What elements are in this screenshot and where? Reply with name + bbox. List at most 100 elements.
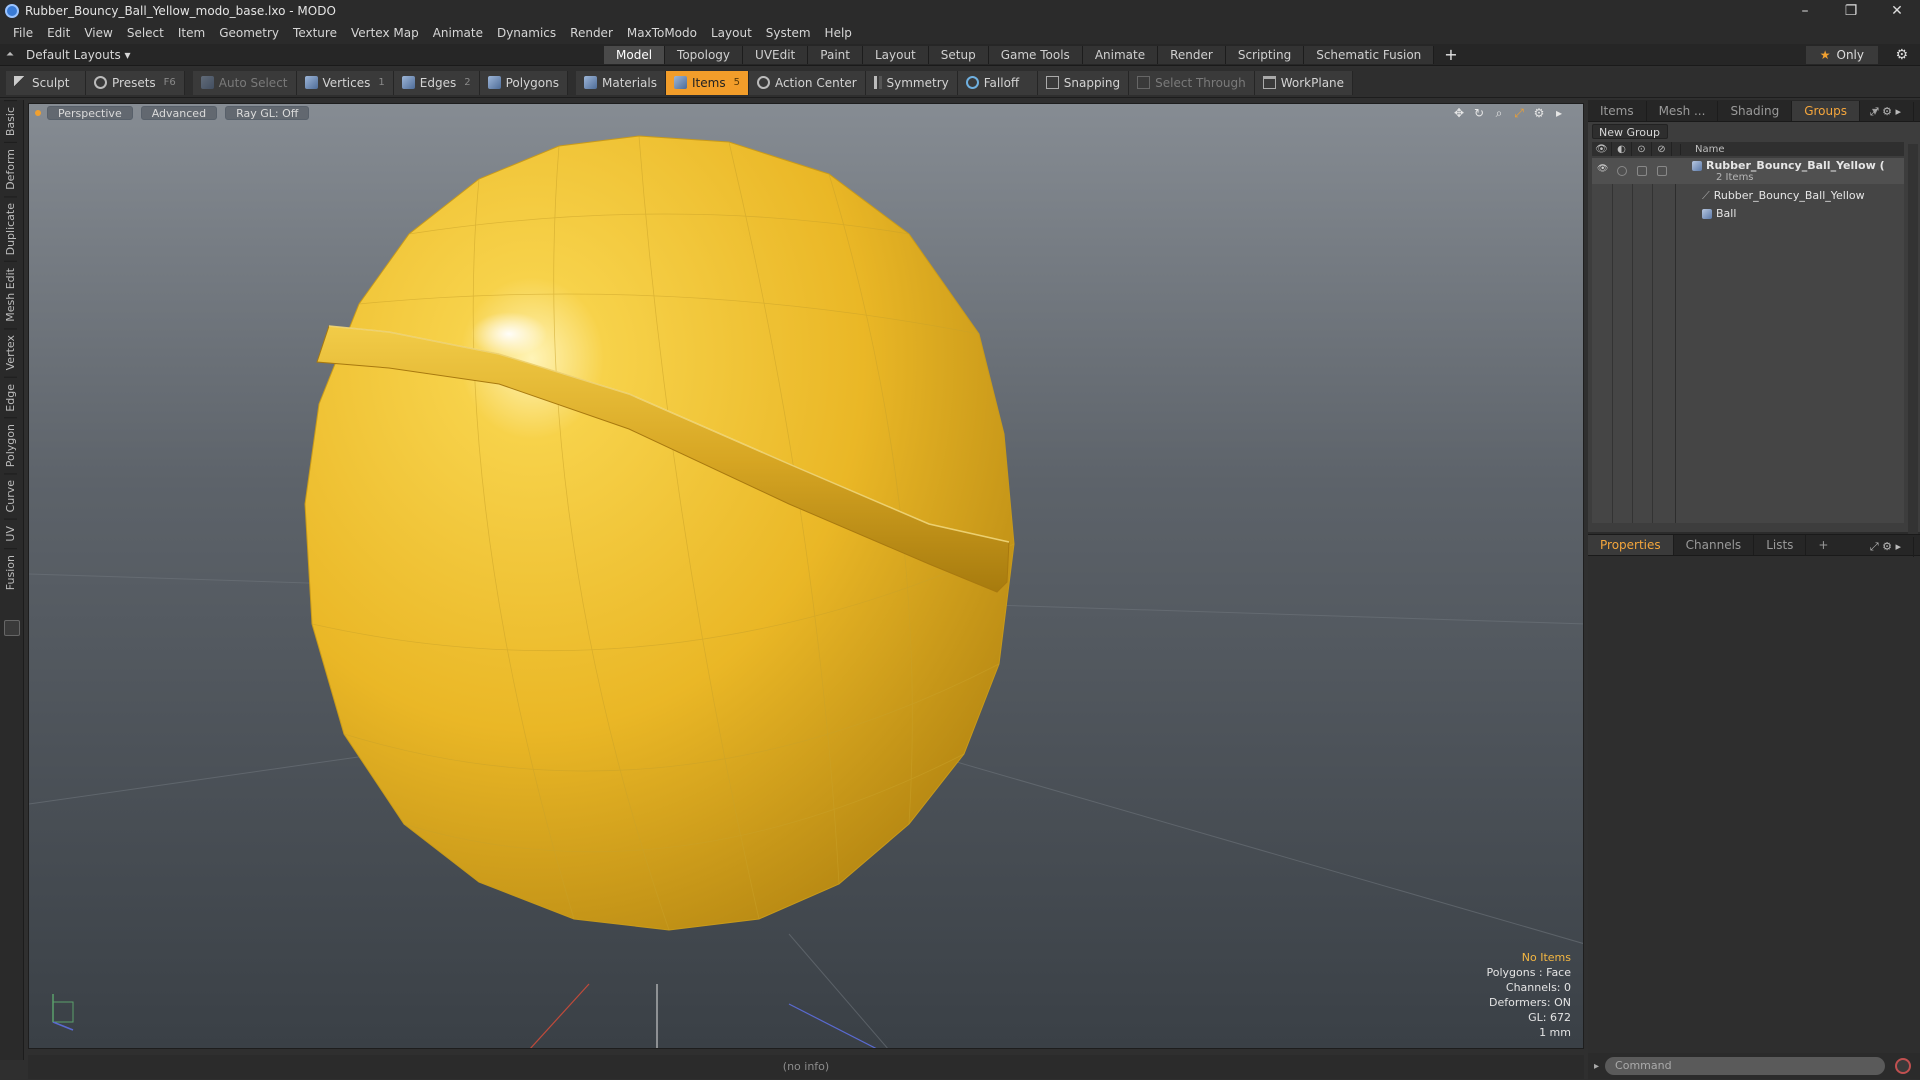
default-layouts-dropdown[interactable]: ⏶ Default Layouts ▾ (0, 48, 131, 62)
zoom-icon[interactable]: ⌕ (1491, 106, 1507, 120)
left-tool-tabs: Basic Deform Duplicate Mesh Edit Vertex … (0, 100, 24, 1060)
left-tab-basic[interactable]: Basic (4, 100, 17, 143)
tab-channels[interactable]: Channels (1674, 535, 1755, 555)
add-tab-button[interactable]: + (1434, 46, 1467, 64)
menu-layout[interactable]: Layout (704, 26, 759, 40)
menu-render[interactable]: Render (563, 26, 620, 40)
menu-vertex-map[interactable]: Vertex Map (344, 26, 426, 40)
lock-col-icon[interactable]: ⊙ (1632, 142, 1652, 156)
render-toggle[interactable] (1617, 166, 1627, 176)
pan-icon[interactable]: ✥ (1451, 106, 1467, 120)
tab-uvedit[interactable]: UVEdit (743, 46, 809, 64)
tab-model[interactable]: Model (604, 46, 666, 64)
tab-animate[interactable]: Animate (1082, 46, 1159, 64)
menu-texture[interactable]: Texture (286, 26, 344, 40)
action-center-button[interactable]: Action Center (748, 70, 866, 95)
view-mode-button[interactable]: Perspective (47, 106, 133, 120)
menu-system[interactable]: System (759, 26, 818, 40)
properties-expand-icon[interactable]: ⤢ ⚙ ▸ (1858, 537, 1914, 557)
left-tab-mesh-edit[interactable]: Mesh Edit (4, 261, 17, 329)
left-tab-deform[interactable]: Deform (4, 142, 17, 197)
menu-maxtomodo[interactable]: MaxToModo (620, 26, 704, 40)
menu-animate[interactable]: Animate (426, 26, 490, 40)
select-through-button[interactable]: Select Through (1129, 70, 1255, 95)
new-group-button[interactable]: New Group (1592, 124, 1668, 139)
only-toggle[interactable]: ★ Only (1805, 46, 1878, 64)
restore-button[interactable]: ❐ (1828, 0, 1874, 22)
left-tab-polygon[interactable]: Polygon (4, 417, 17, 474)
left-tab-edge[interactable]: Edge (4, 376, 17, 418)
select-col-icon[interactable]: ⊘ (1652, 142, 1672, 156)
lock-toggle[interactable] (1637, 166, 1647, 176)
render-col-icon[interactable]: ◐ (1612, 142, 1632, 156)
falloff-button[interactable]: Falloff (957, 70, 1038, 95)
vertices-button[interactable]: Vertices 1 (296, 70, 394, 95)
group-child-row[interactable]: Ball (1592, 206, 1904, 222)
shading-mode-button[interactable]: Advanced (140, 106, 218, 120)
vertices-icon (304, 76, 318, 89)
raygl-button[interactable]: Ray GL: Off (225, 106, 310, 120)
tab-scripting[interactable]: Scripting (1225, 46, 1305, 64)
presets-button[interactable]: Presets F6 (86, 70, 185, 95)
left-tab-duplicate[interactable]: Duplicate (4, 196, 17, 262)
menu-help[interactable]: Help (818, 26, 859, 40)
materials-button[interactable]: Materials (575, 70, 666, 95)
menu-view[interactable]: View (77, 26, 119, 40)
select-toggle[interactable] (1657, 166, 1667, 176)
menu-geometry[interactable]: Geometry (212, 26, 286, 40)
fit-icon[interactable]: ⤢ (1511, 106, 1527, 120)
tab-schematic-fusion[interactable]: Schematic Fusion (1304, 46, 1435, 64)
collapse-up-icon[interactable]: ⏶ (6, 49, 14, 60)
left-tab-uv[interactable]: UV (4, 518, 17, 548)
gear-icon[interactable]: ⚙ (1895, 47, 1908, 63)
group-child-row[interactable]: ⟋ Rubber_Bouncy_Ball_Yellow (1592, 188, 1904, 204)
menu-file[interactable]: File (6, 26, 40, 40)
groups-scrollbar[interactable] (1908, 144, 1918, 554)
snapping-button[interactable]: Snapping (1037, 70, 1130, 95)
record-macro-icon[interactable] (1895, 1058, 1912, 1074)
window-controls: – ❐ ✕ (1782, 0, 1920, 22)
symmetry-button[interactable]: Symmetry (865, 70, 958, 95)
tab-render[interactable]: Render (1158, 46, 1226, 64)
expand-arrow-icon[interactable]: ▸ (1551, 106, 1567, 120)
auto-select-button[interactable]: Auto Select (192, 70, 297, 95)
visibility-eye-icon[interactable]: 👁 (1597, 164, 1608, 174)
menu-dynamics[interactable]: Dynamics (490, 26, 563, 40)
tab-setup[interactable]: Setup (928, 46, 989, 64)
close-button[interactable]: ✕ (1874, 0, 1920, 22)
menu-select[interactable]: Select (120, 26, 171, 40)
toggle-panel-icon[interactable] (4, 620, 20, 636)
tab-items[interactable]: Items (1588, 100, 1647, 121)
command-arrow-icon[interactable]: ▸ (1594, 1061, 1599, 1072)
tab-layout[interactable]: Layout (862, 46, 929, 64)
panel-expand-icon[interactable]: ⤢ ⚙ ▸ (1858, 102, 1914, 122)
tab-paint[interactable]: Paint (808, 46, 863, 64)
visibility-col-icon[interactable]: 👁 (1592, 142, 1612, 156)
left-tab-fusion[interactable]: Fusion (4, 547, 17, 596)
tab-properties[interactable]: Properties (1588, 535, 1674, 555)
minimize-button[interactable]: – (1782, 0, 1828, 22)
edges-button[interactable]: Edges 2 (393, 70, 480, 95)
menu-bar: File Edit View Select Item Geometry Text… (0, 22, 1920, 44)
command-input[interactable]: Command (1605, 1057, 1886, 1075)
left-tab-vertex[interactable]: Vertex (4, 328, 17, 377)
items-button[interactable]: Items 5 (666, 70, 749, 95)
tab-game-tools[interactable]: Game Tools (988, 46, 1083, 64)
viewport-settings-icon[interactable]: ⚙ (1531, 106, 1547, 120)
workplane-button[interactable]: WorkPlane (1254, 70, 1354, 95)
left-tab-curve[interactable]: Curve (4, 473, 17, 519)
tab-lists[interactable]: Lists (1754, 535, 1807, 555)
viewport-menu-dot[interactable] (35, 110, 41, 116)
menu-item[interactable]: Item (171, 26, 212, 40)
sculpt-button[interactable]: Sculpt (6, 70, 86, 95)
polygons-button[interactable]: Polygons (479, 70, 568, 95)
3d-viewport[interactable]: Perspective Advanced Ray GL: Off ✥ ↻ ⌕ ⤢… (28, 103, 1584, 1049)
tab-mesh[interactable]: Mesh ... (1647, 100, 1719, 121)
add-property-tab-button[interactable]: + (1806, 535, 1840, 555)
menu-edit[interactable]: Edit (40, 26, 77, 40)
tab-groups[interactable]: Groups (1792, 100, 1860, 121)
tab-shading[interactable]: Shading (1718, 100, 1793, 121)
tab-topology[interactable]: Topology (665, 46, 744, 64)
group-row[interactable]: 👁 Rubber_Bouncy_Ball_Yellow ( 2 Items (1592, 158, 1904, 184)
rotate-icon[interactable]: ↻ (1471, 106, 1487, 120)
